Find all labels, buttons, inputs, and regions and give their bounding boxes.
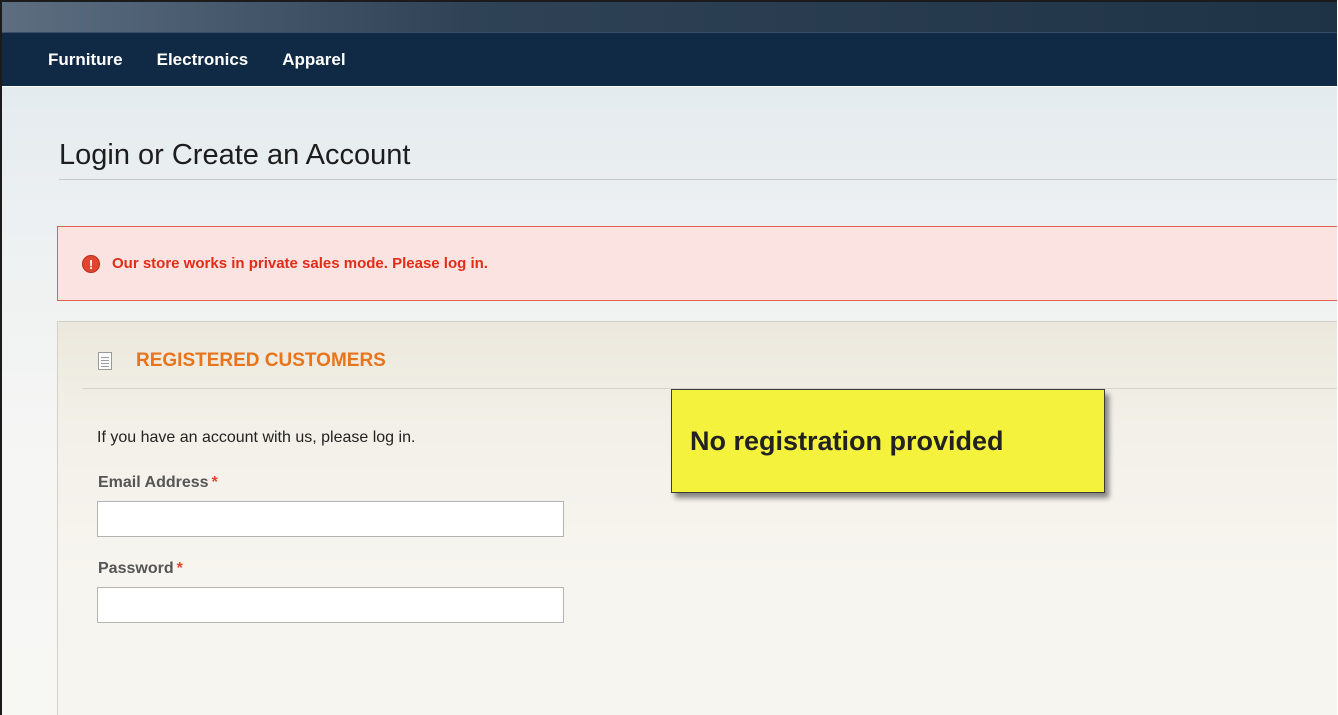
nav-item-electronics[interactable]: Electronics: [157, 50, 249, 70]
error-message-text: Our store works in private sales mode. P…: [112, 255, 488, 272]
required-marker: *: [176, 560, 183, 577]
login-intro-text: If you have an account with us, please l…: [97, 429, 416, 446]
password-field[interactable]: [97, 587, 564, 623]
title-divider: [59, 179, 1337, 180]
header-strip: [2, 2, 1337, 32]
browser-frame: Furniture Electronics Apparel Login or C…: [0, 0, 1337, 715]
nav-item-furniture[interactable]: Furniture: [48, 50, 123, 70]
error-message: ! Our store works in private sales mode.…: [57, 226, 1337, 301]
error-icon: !: [82, 254, 100, 273]
top-navigation: Furniture Electronics Apparel: [2, 32, 1337, 86]
required-marker: *: [211, 474, 218, 491]
email-label-text: Email Address: [98, 474, 209, 491]
document-icon: [98, 352, 112, 370]
password-label-text: Password: [98, 560, 174, 577]
section-header: REGISTERED CUSTOMERS: [98, 350, 386, 372]
section-title: REGISTERED CUSTOMERS: [136, 350, 386, 371]
nav-item-apparel[interactable]: Apparel: [282, 50, 345, 70]
email-label: Email Address *: [98, 474, 218, 492]
annotation-callout: No registration provided: [671, 389, 1105, 493]
email-field[interactable]: [97, 501, 564, 537]
password-label: Password *: [98, 560, 183, 578]
page-title: Login or Create an Account: [59, 139, 411, 171]
